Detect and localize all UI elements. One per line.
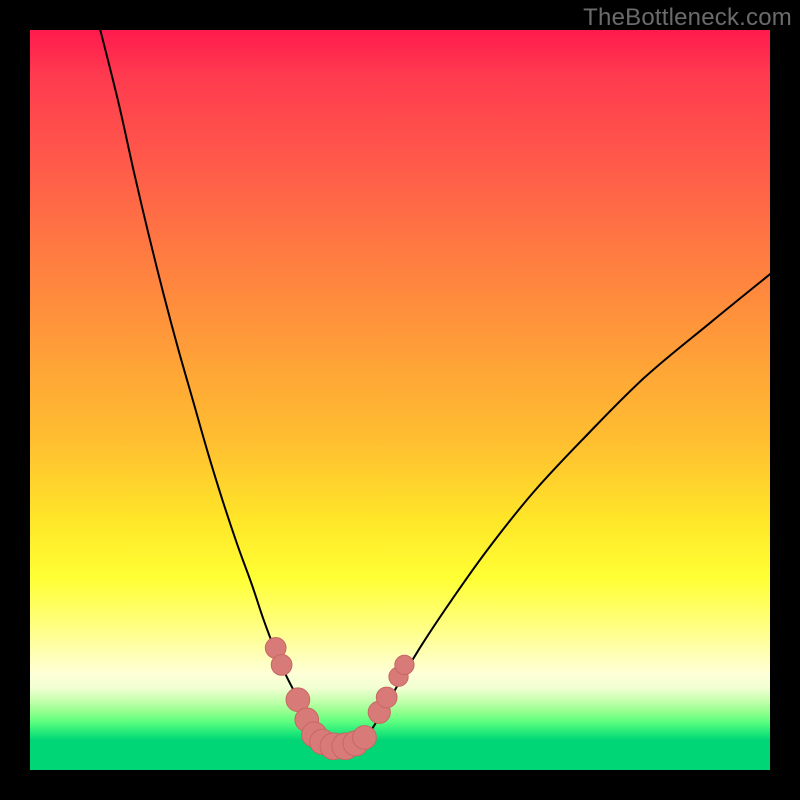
valley-dot bbox=[353, 726, 377, 750]
curve-right-branch bbox=[367, 274, 770, 737]
valley-dot-group bbox=[265, 638, 414, 760]
curve-left-branch bbox=[100, 30, 317, 740]
chart-frame: TheBottleneck.com bbox=[0, 0, 800, 800]
valley-dot bbox=[395, 655, 414, 674]
curve-svg bbox=[30, 30, 770, 770]
watermark-text: TheBottleneck.com bbox=[583, 4, 792, 32]
plot-area bbox=[30, 30, 770, 770]
valley-dot bbox=[271, 655, 292, 676]
valley-dot bbox=[376, 687, 397, 708]
